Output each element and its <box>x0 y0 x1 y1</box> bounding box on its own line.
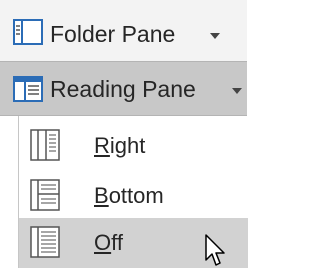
menu-item-bottom[interactable]: Bottom <box>19 171 248 219</box>
mouse-pointer-icon <box>205 234 227 268</box>
chevron-down-icon <box>210 33 220 39</box>
menu-item-label: Bottom <box>94 183 164 208</box>
menu-item-label: Right <box>94 133 146 158</box>
reading-pane-off-icon <box>30 226 60 263</box>
reading-pane-label: Reading Pane <box>50 76 196 102</box>
reading-pane-bottom-icon <box>30 179 60 216</box>
folder-pane-label: Folder Pane <box>50 21 176 47</box>
folder-pane-icon <box>13 19 43 50</box>
folder-pane-button[interactable]: Folder Pane <box>0 0 247 61</box>
reading-pane-right-icon <box>30 129 60 166</box>
menu-item-right[interactable]: Right <box>19 121 248 169</box>
reading-pane-button[interactable]: Reading Pane <box>0 61 247 116</box>
chevron-down-icon <box>232 88 242 94</box>
menu-item-label: Off <box>94 230 123 255</box>
reading-pane-icon <box>13 76 43 107</box>
